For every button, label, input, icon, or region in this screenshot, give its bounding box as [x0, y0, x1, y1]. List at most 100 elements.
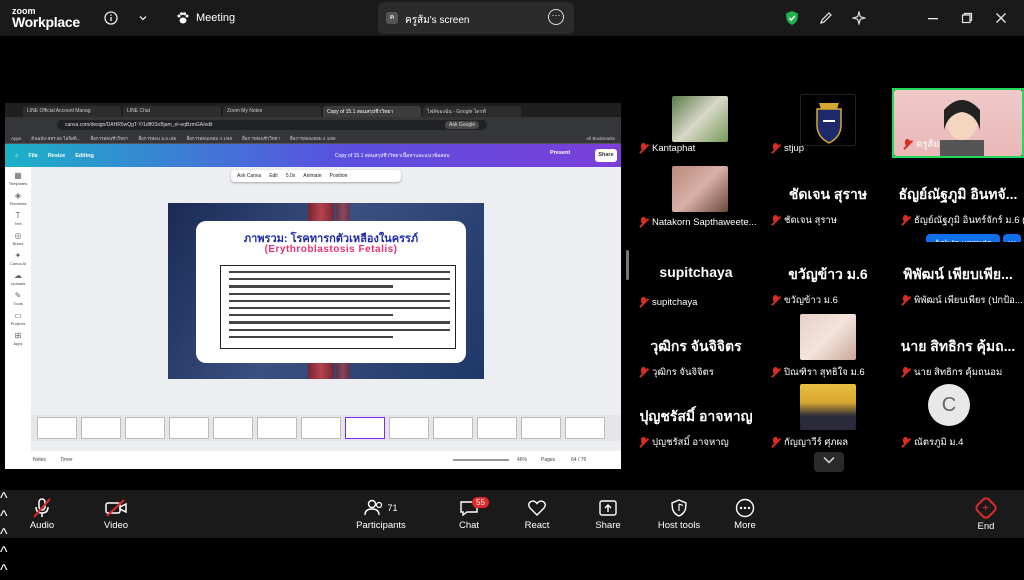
participant-tile-active-speaker[interactable]: ครูส้ม [892, 88, 1024, 158]
share-options-caret[interactable]: ^ [0, 562, 1024, 580]
annotate-pen-icon[interactable] [817, 9, 835, 27]
sidebar-item-tools[interactable]: ✎ Tools [5, 287, 31, 307]
notes-button[interactable]: Notes [33, 457, 46, 463]
browser-tab-active[interactable]: Copy of 15.1 สอนสรุปชีววิทยา [323, 106, 421, 117]
page-thumbnail[interactable] [125, 417, 165, 439]
shared-screen: LINE Official Account Manag LINE Chat Zo… [0, 36, 626, 490]
edit-button[interactable]: Edit [269, 173, 278, 179]
sidebar-item-canva-ai[interactable]: ✦ Canva AI [5, 247, 31, 267]
zoom-slider[interactable] [453, 459, 509, 461]
page-thumbnail[interactable] [521, 417, 561, 439]
participant-tile[interactable]: supitchaya supitchaya [630, 242, 762, 312]
home-icon[interactable]: ⌂ [15, 153, 18, 159]
panel-splitter[interactable] [626, 250, 629, 280]
bookmark-item[interactable]: สื่อการสอนเทอม 4 1/69 [186, 135, 232, 142]
minimize-icon[interactable] [924, 9, 942, 27]
host-tools-button[interactable]: Host tools [654, 496, 704, 536]
react-button[interactable]: React [520, 496, 554, 536]
document-title[interactable]: Copy of 15.1 สอนสรุปชีววิทยาเนื้อหาและแน… [335, 152, 449, 160]
page-thumbnail-active[interactable] [345, 417, 385, 439]
sidebar-item-brand[interactable]: ◎ Brand [5, 227, 31, 247]
page-thumbnail[interactable] [213, 417, 253, 439]
animate-button[interactable]: Animate [303, 173, 321, 179]
participant-tile[interactable]: ปุญชรัสมิ์ อาจหาญ ปุญชรัสมิ์ อาจหาญ [630, 384, 762, 454]
canva-share-button[interactable]: Share [595, 149, 617, 162]
sidebar-item-uploads[interactable]: ☁ Uploads [5, 267, 31, 287]
share-button[interactable]: Share [590, 496, 626, 536]
participants-options-caret[interactable]: ^ [0, 526, 1024, 544]
page-thumbnail[interactable] [301, 417, 341, 439]
bookmark-item[interactable]: สื่อการสอนชีววิทยา [242, 135, 280, 142]
participant-tile[interactable]: กัญญาวีร์ ศุภผล [762, 384, 894, 454]
file-menu[interactable]: File [28, 153, 37, 159]
page-thumbnail[interactable] [565, 417, 605, 439]
address-bar[interactable]: canva.com/design/DAHR5wQgT-Y/1dIf0SnBjam… [57, 120, 487, 130]
ask-canva-button[interactable]: Ask Canva [237, 173, 261, 179]
end-button[interactable]: + End [970, 495, 1002, 536]
browser-tab[interactable]: LINE Official Account Manag [23, 106, 121, 117]
page-thumbnail[interactable] [433, 417, 473, 439]
participant-tile[interactable]: C ณัตรภูมิ ม.4 [892, 384, 1024, 454]
meeting-menu[interactable]: Meeting [176, 11, 235, 25]
page-thumbnail[interactable] [389, 417, 429, 439]
mic-muted-icon [770, 143, 781, 154]
page-thumbnail[interactable] [257, 417, 297, 439]
bookmark-item[interactable]: สื่อการสอน ม.6 เล่ม [138, 135, 176, 142]
present-button[interactable]: Present [550, 150, 570, 156]
restore-icon[interactable] [958, 9, 976, 27]
bookmark-item[interactable]: ต้นฉบับ-สทร.65 โลจิสติ... [31, 135, 80, 142]
participant-tile[interactable]: stjup [762, 88, 894, 158]
participant-tile[interactable]: ขวัญข้าว ม.6 ขวัญข้าว ม.6 [762, 242, 894, 312]
video-button[interactable]: Video [96, 496, 136, 536]
slide-canvas[interactable]: ภาพรวม: โรคทารกตัวเหลืองในครรภ์ (Erythro… [168, 203, 484, 379]
participants-button[interactable]: 71 Participants [352, 496, 410, 536]
sidebar-item-text[interactable]: T Text [5, 207, 31, 227]
shield-icon[interactable] [783, 9, 801, 27]
position-button[interactable]: Position [330, 173, 348, 179]
video-options-caret[interactable]: ^ [0, 508, 1024, 526]
participant-gallery: Kantaphat stjup ครูส้ม Natakorn Sapthawe… [630, 84, 1024, 474]
chevron-down-icon[interactable] [134, 9, 152, 27]
page-thumbnail[interactable] [81, 417, 121, 439]
bookmark-item[interactable]: สื่อการสอนเทอม 4 1/69 [290, 135, 336, 142]
info-icon[interactable] [102, 9, 120, 27]
participant-tile[interactable]: Kantaphat [630, 88, 762, 158]
audio-options-caret[interactable]: ^ [0, 490, 1024, 508]
duration-button[interactable]: 5.0s [286, 173, 295, 179]
close-icon[interactable] [992, 9, 1010, 27]
browser-tab[interactable]: ไฟล์ของฉัน - Google ไดรฟ์ [423, 106, 521, 117]
more-options-icon[interactable]: ··· [548, 9, 564, 25]
sidebar-item-templates[interactable]: ▦ Templates [5, 167, 31, 187]
timer-button[interactable]: Timer [60, 457, 73, 463]
bookmark-item[interactable]: สื่อการสอนชีววิทยา [90, 135, 128, 142]
participant-tile[interactable]: นาย สิทธิกร คุ้มถ... นาย สิทธิกร คุ้มถนอ… [892, 314, 1024, 384]
page-thumbnail[interactable] [477, 417, 517, 439]
audio-button[interactable]: Audio [22, 496, 62, 536]
resize-menu[interactable]: Resize [48, 153, 65, 159]
gallery-next-page-button[interactable] [814, 452, 844, 472]
participant-tile[interactable]: พิพัฒน์ เพียบเพีย... พิพัฒน์ เพียบเพียร … [892, 242, 1024, 312]
participant-tile[interactable]: วุฒิกร จันจิจิตร วุฒิกร จันจิจิตร [630, 314, 762, 384]
chat-options-caret[interactable]: ^ [0, 544, 1024, 562]
participant-tile[interactable]: ปิณฑิรา สุทธิใจ ม.6 [762, 314, 894, 384]
name-label: ธัญย์ณัฐภูมิ อินทร์จักร์ ม.6 (... [900, 213, 1024, 228]
sidebar-item-apps[interactable]: ⊞ Apps [5, 327, 31, 347]
share-screen-tab[interactable]: ค ครูส้ม's screen ··· [378, 2, 574, 34]
browser-tab[interactable]: Zoom My Notes [223, 106, 321, 117]
ask-google-button[interactable]: Ask Google [445, 121, 479, 129]
ai-sparkle-icon[interactable] [850, 9, 868, 27]
bookmark-item[interactable]: All Bookmarks [586, 136, 615, 141]
sidebar-item-projects[interactable]: ▭ Projects [5, 307, 31, 327]
page-thumbnail[interactable] [169, 417, 209, 439]
participant-tile[interactable]: ชัดเจน สุราษ ชัดเจน สุราษ [762, 162, 894, 232]
editing-menu[interactable]: Editing [75, 153, 94, 159]
sidebar-item-elements[interactable]: ◈ Elements [5, 187, 31, 207]
participant-tile[interactable]: ธัญย์ณัฐภูมิ อินทจั... ธัญย์ณัฐภูมิ อินท… [892, 162, 1024, 232]
browser-tab[interactable]: LINE Chat [123, 106, 221, 117]
participant-tile[interactable]: Natakorn Sapthaweete... [630, 162, 762, 232]
page-thumbnail[interactable] [37, 417, 77, 439]
more-button[interactable]: More [728, 496, 762, 536]
bookmark-item[interactable]: Apps [11, 136, 21, 141]
participant-display-name: พิพัฒน์ เพียบเพีย... [903, 266, 1013, 282]
pages-button[interactable]: Pages [541, 457, 555, 463]
